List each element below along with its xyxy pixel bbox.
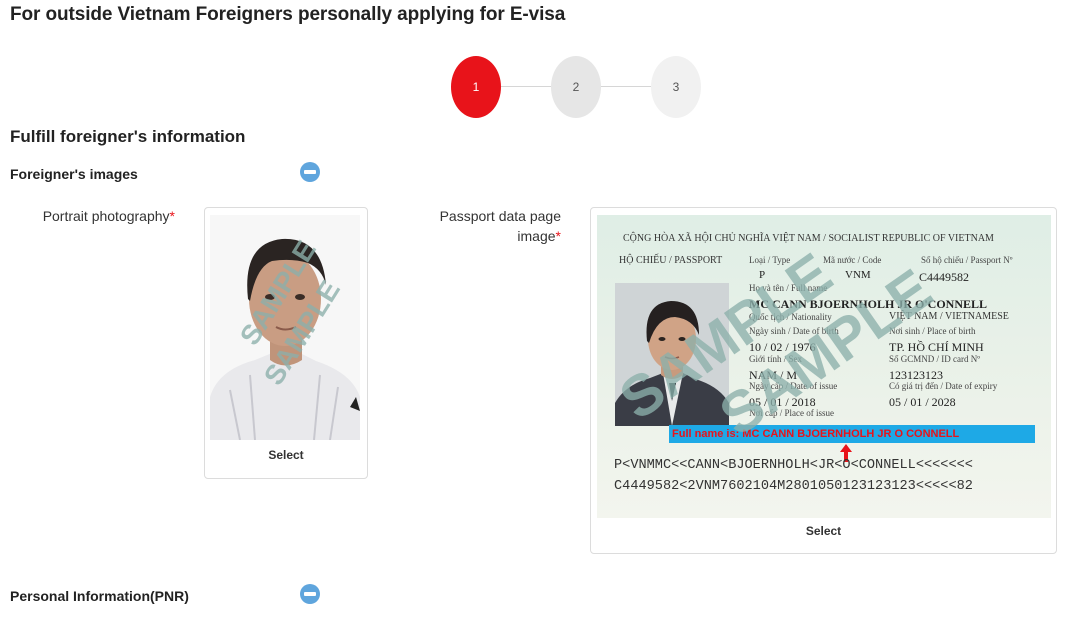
step-2[interactable]: 2 [551,56,601,118]
required-mark: * [169,208,175,224]
passport-upload-card[interactable]: CỘNG HÒA XÃ HỘI CHỦ NGHĨA VIỆT NAM / SOC… [590,207,1057,554]
required-mark: * [555,228,561,244]
portrait-photo[interactable]: SAMPLE SAMPLE [210,215,360,440]
passport-doc-label: HỘ CHIẾU / PASSPORT [619,255,723,266]
passport-pob-value: TP. HỒ CHÍ MINH [889,340,984,354]
passport-header: CỘNG HÒA XÃ HỘI CHỦ NGHĨA VIỆT NAM / SOC… [623,233,994,244]
step-1[interactable]: 1 [451,56,501,118]
passport-label-line2: image [517,228,556,244]
step-connector [501,86,551,87]
passport-label-line1: Passport data page [439,208,561,224]
step-connector [601,86,651,87]
passport-expiry-label: Có giá trị đến / Date of expiry [889,381,998,391]
portrait-label: Portrait photography* [20,206,175,226]
passport-image[interactable]: CỘNG HÒA XÃ HỘI CHỦ NGHĨA VIỆT NAM / SOC… [597,215,1051,518]
step-3[interactable]: 3 [651,56,701,118]
passport-code-value: VNM [845,269,871,281]
passport-select-button[interactable]: Select [591,524,1056,538]
mrz-line-1: P<VNMMC<<CANN<BJOERNHOLH<JR<O<CONNELL<<<… [614,458,973,473]
mrz-line-2: C4449582<2VNM7602104M2801050123123123<<<… [614,479,973,494]
passport-id-label: Số GCMND / ID card Nº [889,354,981,364]
images-group-title: Foreigner's images [10,166,138,182]
collapse-pnr-icon[interactable] [300,584,320,604]
portrait-upload-card[interactable]: SAMPLE SAMPLE Select [204,207,368,479]
section-title: Fulfill foreigner's information [10,127,246,146]
stepper: 1 2 3 [451,56,701,118]
portrait-select-button[interactable]: Select [205,448,367,462]
page-title: For outside Vietnam Foreigners personall… [10,4,566,25]
portrait-label-text: Portrait photography [42,208,170,224]
fullname-banner: Full name is: MC CANN BJOERNHOLH JR O CO… [669,425,1035,443]
passport-label: Passport data page image* [400,206,561,246]
passport-code-label: Mã nước / Code [823,255,882,265]
collapse-images-icon[interactable] [300,162,320,182]
passport-expiry-value: 05 / 01 / 2028 [889,395,956,409]
pnr-group-title: Personal Information(PNR) [10,588,189,604]
portrait-person-image [210,238,360,440]
passport-number-value: C4449582 [919,270,970,284]
passport-number-label: Số hộ chiếu / Passport Nº [921,255,1013,265]
